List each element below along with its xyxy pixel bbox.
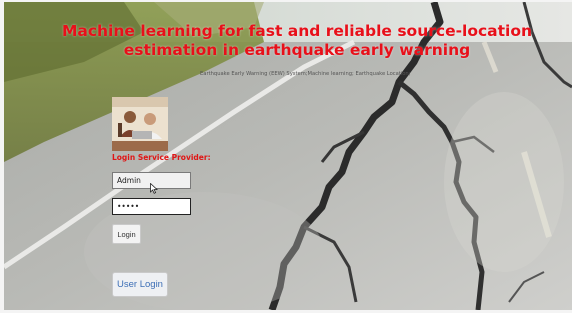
- user-login-button[interactable]: User Login: [112, 272, 168, 297]
- mouse-cursor-icon: [150, 183, 158, 194]
- people-photo-icon: [112, 97, 168, 151]
- password-input[interactable]: [112, 198, 191, 215]
- page-title: Machine learning for fast and reliable s…: [61, 22, 533, 59]
- login-button[interactable]: Login: [112, 224, 141, 244]
- login-service-provider-label: Login Service Provider:: [112, 153, 211, 162]
- service-provider-image: [112, 97, 168, 151]
- page-frame: Machine learning for fast and reliable s…: [4, 2, 572, 310]
- page-subtitle: Earthquake Early Warning (EEW) System;Ma…: [200, 71, 411, 77]
